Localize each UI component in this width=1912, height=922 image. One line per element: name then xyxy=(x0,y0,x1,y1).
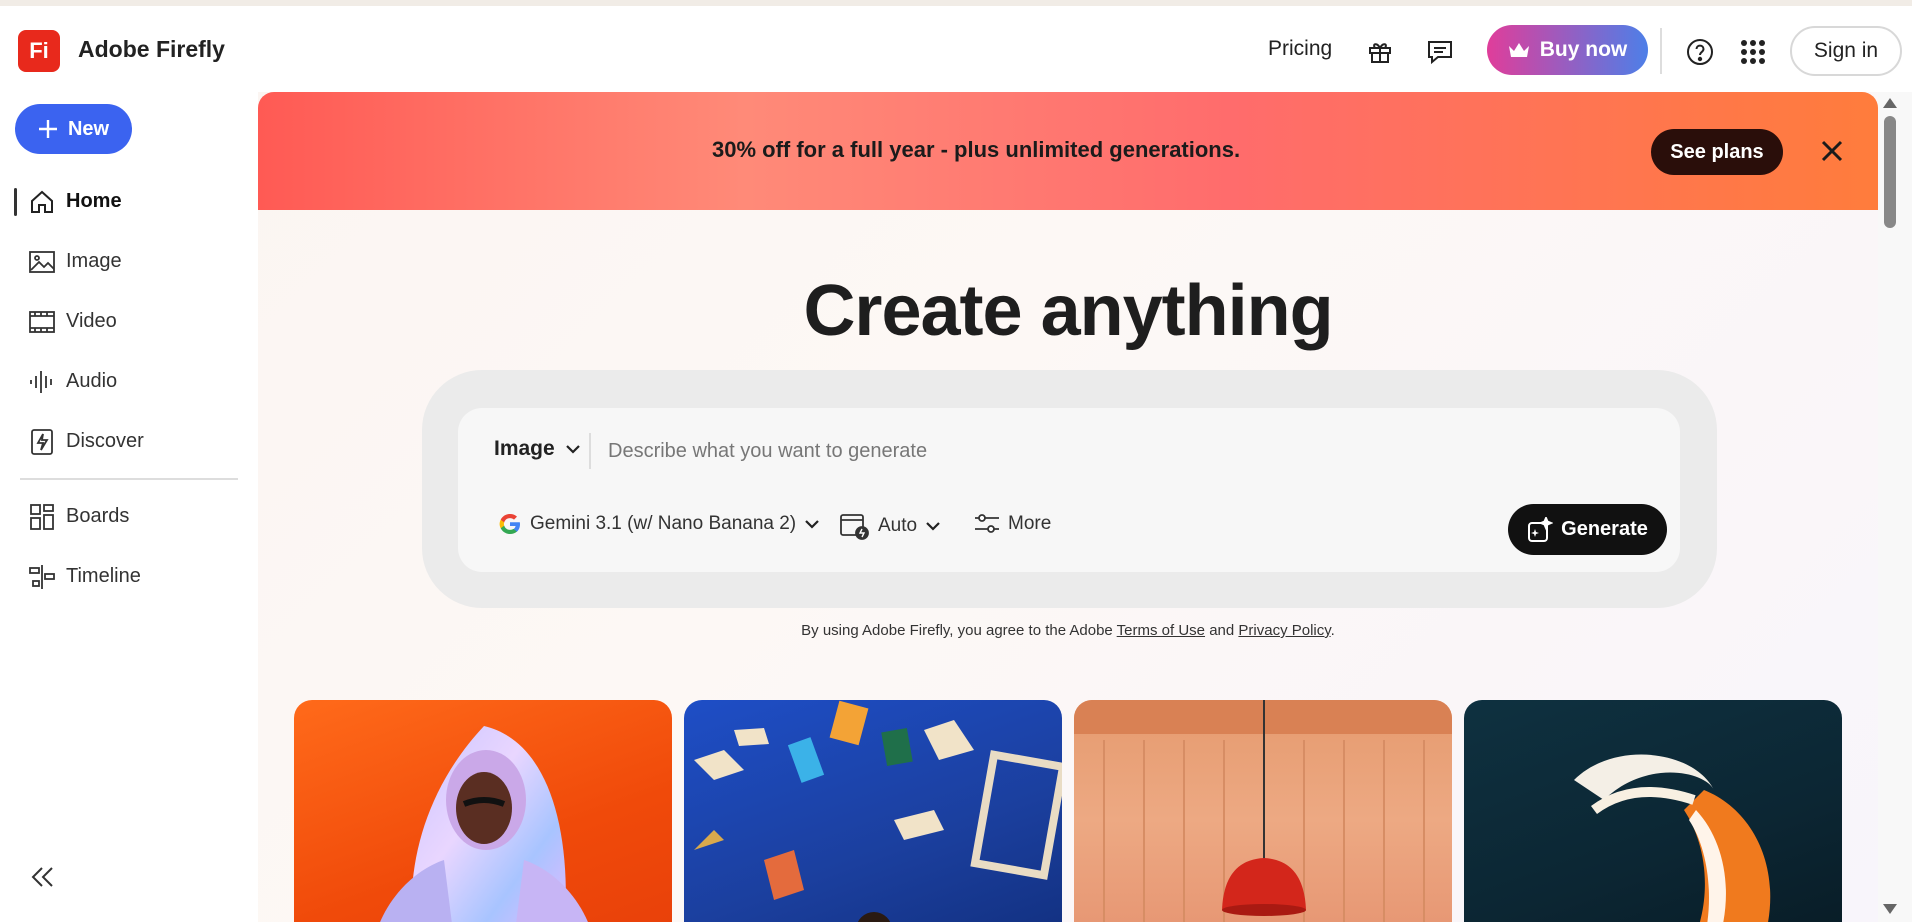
buy-now-button[interactable]: Buy now xyxy=(1487,25,1648,75)
see-plans-button[interactable]: See plans xyxy=(1651,129,1783,175)
sidebar-item-label: Image xyxy=(66,250,122,272)
gallery-card[interactable] xyxy=(1074,700,1452,922)
page-title: Create anything xyxy=(803,271,1333,351)
sidebar-item-label: Home xyxy=(66,190,122,212)
google-icon xyxy=(499,514,520,534)
app-name[interactable]: Adobe Firefly xyxy=(78,36,225,63)
top-header: Fi Adobe Firefly Pricing Buy now Sign in xyxy=(0,6,1912,92)
aspect-ratio-selector[interactable]: Auto xyxy=(840,512,941,540)
terms-notice: By using Adobe Firefly, you agree to the… xyxy=(258,622,1878,639)
prompt-divider xyxy=(589,433,591,469)
generate-icon xyxy=(1528,516,1554,542)
more-label: More xyxy=(1008,513,1052,534)
collapse-icon[interactable] xyxy=(28,862,58,892)
sidebar-item-boards[interactable]: Boards xyxy=(0,491,258,541)
puffer-jacket-illustration xyxy=(380,726,588,922)
koi-fish-illustration xyxy=(1574,754,1771,922)
model-label: Gemini 3.1 (w/ Nano Banana 2) xyxy=(530,513,797,534)
sidebar-item-video[interactable]: Video xyxy=(0,296,258,346)
sidebar-item-timeline[interactable]: Timeline xyxy=(0,551,258,601)
generate-button[interactable]: Generate xyxy=(1508,504,1667,555)
aspect-ratio-icon xyxy=(840,514,869,540)
header-divider xyxy=(1660,28,1662,74)
gallery-card[interactable] xyxy=(684,700,1062,922)
sidebar-item-discover[interactable]: Discover xyxy=(0,416,258,466)
firefly-logo[interactable]: Fi xyxy=(18,30,60,72)
audio-icon xyxy=(28,368,56,396)
aspect-label: Auto xyxy=(878,515,918,536)
sidebar-item-label: Discover xyxy=(66,430,144,452)
sidebar-divider xyxy=(20,478,238,480)
boards-icon xyxy=(28,503,56,531)
type-dropdown[interactable]: Image xyxy=(494,437,581,461)
video-icon xyxy=(28,308,56,336)
flying-books-illustration xyxy=(694,700,1062,922)
buy-now-label: Buy now xyxy=(1539,38,1628,61)
privacy-policy-link[interactable]: Privacy Policy xyxy=(1238,622,1330,639)
chevron-down-icon xyxy=(805,520,819,529)
chevron-down-icon xyxy=(565,445,580,454)
scrollbar-thumb[interactable] xyxy=(1884,116,1896,228)
scroll-down-arrow[interactable] xyxy=(1883,904,1897,914)
gift-icon[interactable] xyxy=(1360,32,1400,72)
main-content: 30% off for a full year - plus unlimited… xyxy=(258,92,1878,922)
gallery-card[interactable] xyxy=(294,700,672,922)
apps-grid-icon[interactable] xyxy=(1733,32,1773,72)
home-icon xyxy=(28,188,56,216)
vertical-scrollbar[interactable] xyxy=(1878,92,1912,922)
chevron-down-icon xyxy=(926,522,940,531)
new-button-label: New xyxy=(67,117,110,140)
sidebar-item-label: Audio xyxy=(66,370,118,392)
sidebar: New Home Image Video Audio Discover Boar… xyxy=(0,92,258,922)
sidebar-item-home[interactable]: Home xyxy=(0,176,258,226)
sidebar-item-label: Timeline xyxy=(66,565,141,587)
help-icon[interactable] xyxy=(1680,32,1720,72)
terms-of-use-link[interactable]: Terms of Use xyxy=(1117,622,1205,639)
discover-icon xyxy=(28,428,56,456)
promo-banner: 30% off for a full year - plus unlimited… xyxy=(258,92,1878,210)
pendant-lamp-illustration xyxy=(1074,700,1452,922)
more-settings-button[interactable]: More xyxy=(974,512,1051,536)
chat-icon[interactable] xyxy=(1420,32,1460,72)
generate-label: Generate xyxy=(1561,518,1648,540)
sidebar-item-label: Boards xyxy=(66,505,130,527)
type-label: Image xyxy=(494,437,555,460)
promo-text: 30% off for a full year - plus unlimited… xyxy=(712,137,1241,162)
prompt-input[interactable] xyxy=(608,432,1508,470)
sidebar-item-label: Video xyxy=(66,310,117,332)
scroll-up-arrow[interactable] xyxy=(1883,98,1897,108)
terms-prefix: By using Adobe Firefly, you agree to the… xyxy=(801,622,1117,639)
terms-and: and xyxy=(1205,622,1239,639)
new-button[interactable]: New xyxy=(15,104,132,154)
active-indicator xyxy=(14,188,17,216)
sidebar-item-audio[interactable]: Audio xyxy=(0,356,258,406)
terms-suffix: . xyxy=(1330,622,1335,639)
model-selector[interactable]: Gemini 3.1 (w/ Nano Banana 2) xyxy=(498,512,820,536)
close-icon[interactable] xyxy=(1817,136,1847,166)
sidebar-item-image[interactable]: Image xyxy=(0,236,258,286)
pricing-link[interactable]: Pricing xyxy=(1268,37,1332,61)
gallery-card[interactable] xyxy=(1464,700,1842,922)
image-icon xyxy=(28,248,56,276)
sign-in-button[interactable]: Sign in xyxy=(1790,26,1902,76)
timeline-icon xyxy=(28,563,56,591)
plus-icon xyxy=(38,120,57,138)
sliders-icon xyxy=(975,514,999,533)
crown-icon xyxy=(1508,43,1529,57)
